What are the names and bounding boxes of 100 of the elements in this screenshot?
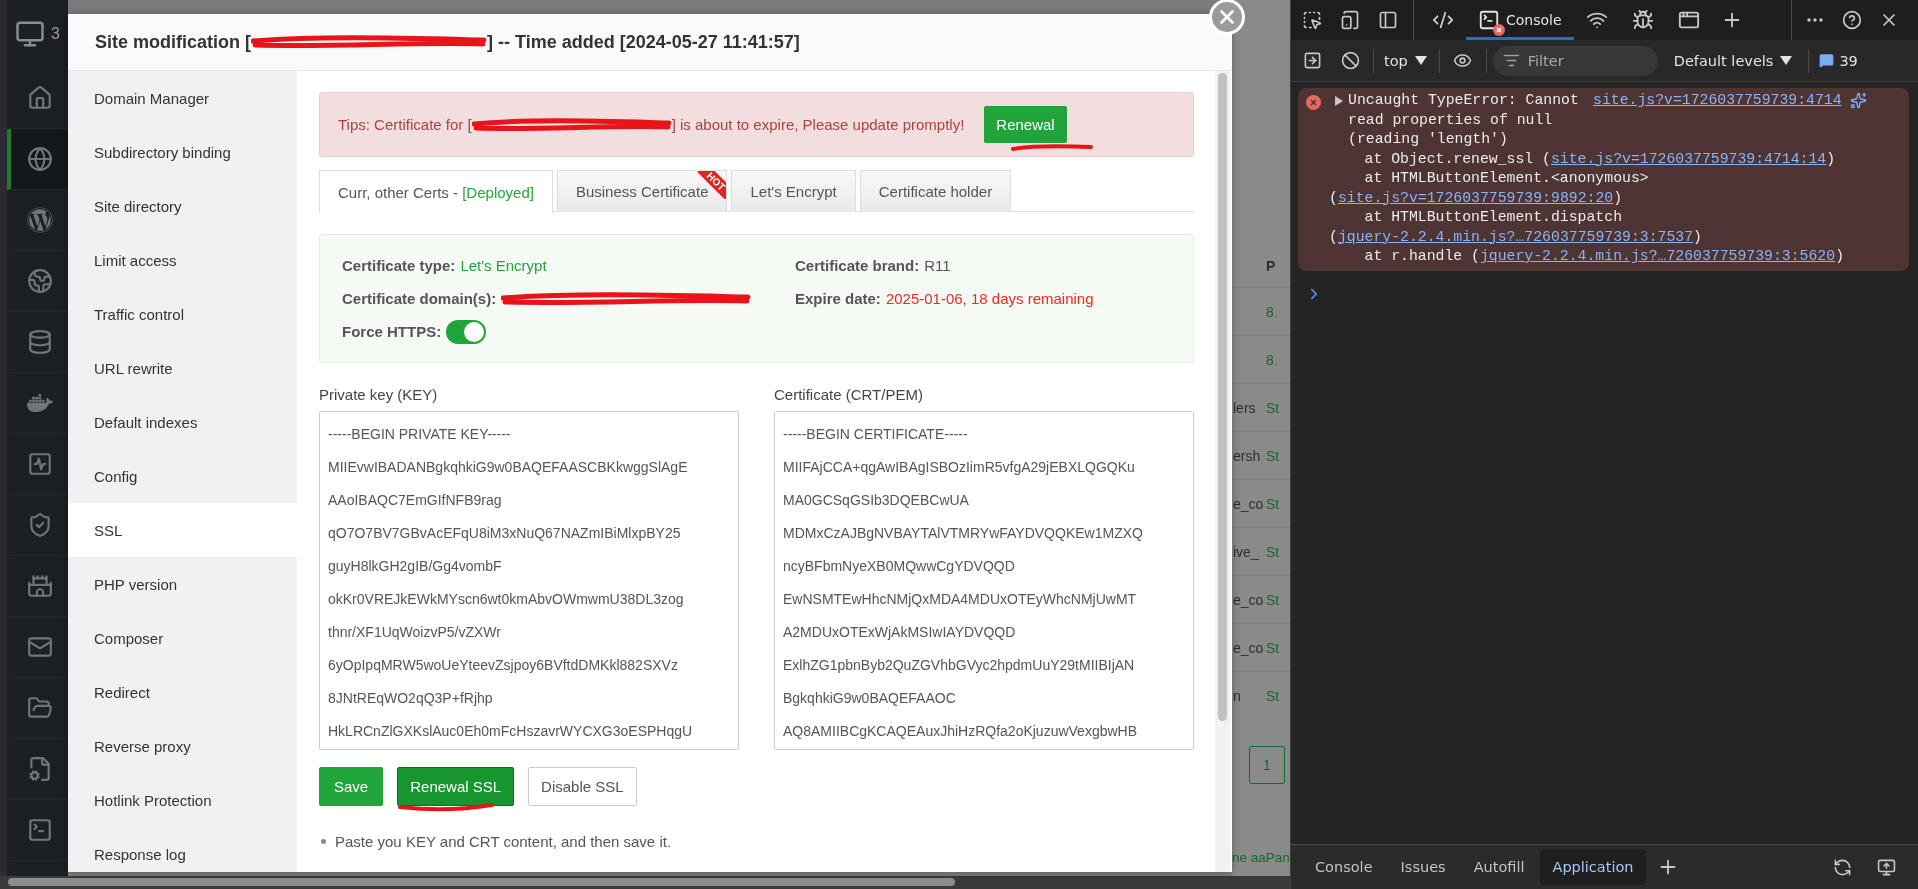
mail-icon bbox=[26, 634, 53, 660]
panel-icon bbox=[1378, 10, 1398, 30]
text-area[interactable]: -----BEGIN CERTIFICATE----- MIIFAjCCA+qgAwIBAgISBOzIimR5vfgA29jEBXLQGQKu MA0GCSqGSIb3DQEBCwUA MDMxCzAJBgNVBAYTAlVTMRYwFAYDVQQKEw1MZXQ ncyBFbmNyeXB0MQwwCgYDVQQD EwNSMTEwHhcNMjQxMDA4MDUxOTEyWhcNMjUwMT A2MDUxOTExWjAkMSIwIAYDVQQD ExlhZG1pbnByb2QuZGVhbGVyc2hpdmUuY29tMIIBIjAN BgkqhkiG9w0BAQEFAAOC AQ8AMIIBCgKCAQEAuxJhiHzRQfa2oKjuzuwVexgbwHB bbox=[774, 411, 1194, 750]
sidebar-item[interactable]: Limit access bbox=[68, 233, 297, 287]
help-icon bbox=[1841, 10, 1862, 30]
field-label: Certificate domain(s): bbox=[342, 290, 497, 307]
caret-icon bbox=[1780, 56, 1793, 65]
globe-icon bbox=[26, 146, 53, 172]
sidebar-item[interactable]: Domain Manager bbox=[68, 71, 297, 125]
table-cell: St bbox=[1266, 495, 1280, 512]
toggle-switch[interactable] bbox=[446, 319, 487, 344]
source-link[interactable]: jquery-2.2.4.min.js?…726037759739:3:7537 bbox=[1337, 228, 1694, 245]
stack-frame-text: at HTMLButtonElement.dispatch (jquery-2.2.4.min.js?…726037759739:3:7537) bbox=[1329, 208, 1703, 247]
device-icon bbox=[1340, 10, 1360, 30]
drawer-tab[interactable]: Application bbox=[1540, 849, 1646, 885]
tab[interactable]: Certificate holder bbox=[859, 170, 1012, 212]
table-cell: 8. bbox=[1266, 303, 1278, 320]
table-cell: 8. bbox=[1266, 351, 1278, 368]
castle-icon bbox=[26, 573, 53, 599]
sidebar-item[interactable]: Traffic control bbox=[68, 287, 297, 341]
column-header: P bbox=[1266, 258, 1276, 274]
code-icon bbox=[1432, 9, 1454, 31]
table-cell: e_co bbox=[1233, 495, 1264, 512]
tab[interactable]: Let's Encrypt bbox=[731, 170, 856, 212]
table-cell: St bbox=[1266, 687, 1280, 704]
context-dropdown[interactable]: top bbox=[1378, 45, 1433, 76]
drawer-tab[interactable]: Issues bbox=[1388, 849, 1458, 885]
globe-icon bbox=[26, 268, 53, 294]
levels-dropdown[interactable]: Default levels bbox=[1667, 45, 1799, 76]
sidebar-item[interactable]: Site directory bbox=[68, 179, 297, 233]
sparkle-icon[interactable] bbox=[1849, 92, 1867, 109]
tab[interactable]: Curr, other Certs - [Deployed] bbox=[319, 170, 553, 213]
vertical-scrollbar[interactable] bbox=[1215, 71, 1230, 872]
sidebar-item[interactable]: Default indexes bbox=[68, 395, 297, 449]
sidebar-item[interactable]: URL rewrite bbox=[68, 341, 297, 395]
sidebar-item[interactable]: Hotlink Protection bbox=[68, 773, 297, 827]
sidebar-item[interactable]: Subdirectory binding bbox=[68, 125, 297, 179]
dialog-title: ] -- Time added [2024-05-27 11:41:57] bbox=[487, 31, 800, 53]
eye-icon bbox=[1453, 51, 1473, 70]
table-cell: St bbox=[1266, 591, 1280, 608]
caret-icon bbox=[1414, 56, 1427, 65]
source-link[interactable]: site.js?v=1726037759739:4714:14 bbox=[1551, 150, 1827, 167]
dialog-title: Site modification [ bbox=[95, 31, 251, 53]
home-icon bbox=[26, 85, 53, 111]
counter-text: 3 bbox=[51, 25, 60, 43]
stack-frame-text: at r.handle (jquery-2.2.4.min.js?…726037759739:3:5620) bbox=[1363, 247, 1845, 266]
w-logo-icon bbox=[26, 207, 53, 233]
sidebar-item[interactable]: Response log bbox=[68, 827, 297, 872]
sidebar-item[interactable]: Composer bbox=[68, 611, 297, 665]
window-icon bbox=[1677, 9, 1700, 31]
field-value: Let's Encrypt bbox=[460, 257, 547, 274]
table-cell: e_co bbox=[1233, 639, 1264, 656]
expand-triangle-icon bbox=[1335, 96, 1343, 106]
sidebar-item[interactable]: Config bbox=[68, 449, 297, 503]
alert-text: Tips: Certificate for [ bbox=[338, 116, 472, 133]
field-label: Certificate (CRT/PEM) bbox=[774, 386, 924, 405]
sidebar-item[interactable]: Redirect bbox=[68, 665, 297, 719]
error-text: Uncaught TypeError: Cannot read properties of null (reading 'length') bbox=[1348, 91, 1580, 149]
filter-icon bbox=[1502, 52, 1520, 69]
note-text: Paste you KEY and CRT content, and then save it. bbox=[335, 833, 672, 850]
field-label: Private key (KEY) bbox=[319, 386, 439, 405]
chart-icon bbox=[26, 451, 53, 477]
table-cell: lers bbox=[1233, 399, 1256, 416]
bullet-dot bbox=[321, 839, 326, 844]
action-button[interactable]: Disable SSL bbox=[528, 767, 637, 806]
field-label: Certificate brand: bbox=[795, 257, 920, 274]
sidebar-item[interactable]: SSL bbox=[68, 503, 297, 557]
more-icon bbox=[1806, 18, 1823, 22]
source-link[interactable]: jquery-2.2.4.min.js?…726037759739:3:5620 bbox=[1479, 248, 1836, 264]
pointer-icon bbox=[1302, 10, 1322, 30]
drawer-tab[interactable]: Console bbox=[1303, 849, 1385, 885]
table-cell: e_co bbox=[1233, 591, 1264, 608]
panel-up-icon bbox=[1876, 857, 1896, 877]
filter-field[interactable]: Filter bbox=[1492, 45, 1658, 76]
table-cell: n bbox=[1233, 687, 1241, 704]
monitor-icon bbox=[15, 19, 45, 49]
bug-icon bbox=[1631, 9, 1654, 31]
table-cell: St bbox=[1266, 639, 1280, 656]
field-label: Force HTTPS: bbox=[342, 323, 442, 340]
error-icon bbox=[1306, 95, 1321, 110]
horizontal-scrollbar[interactable] bbox=[0, 876, 1290, 889]
action-button[interactable]: Renewal SSL bbox=[397, 767, 515, 806]
text-area[interactable]: -----BEGIN PRIVATE KEY----- MIIEvwIBADANBgkqhkiG9w0BAQEFAASCBKkwggSlAgE AAoIBAQC7EmGIfNFB9rag qO7O7BV7GBvAcEFqU8iM3xNuQ67NAZmIBiMlxpBY25 guyH8lkGH2gIB/Gg4vombF okKr0VREJkEWkMYscn6wt0kmAbvOWmwmU38DL3zog thnr/XF1UqWoizvP5/vZXWr 6yOpIpqMRW5woUeYteevZsjpoy6BVftdDMKkl882SXVz 8JNtREqWO2qQ3P+fRjhp HkLRCnZlGXKslAuc0Eh0mFcHszavrWYCXG3oESPHqgU bbox=[319, 411, 739, 750]
table-cell: St bbox=[1266, 447, 1280, 464]
table-cell: St bbox=[1266, 399, 1280, 416]
source-link[interactable]: site.js?v=1726037759739:4714 bbox=[1593, 91, 1842, 111]
source-link[interactable]: site.js?v=1726037759739:9892:20 bbox=[1337, 189, 1614, 206]
field-label: Certificate type: bbox=[342, 257, 456, 274]
drawer-tab[interactable]: Autofill bbox=[1461, 849, 1537, 885]
sidebar-item[interactable]: PHP version bbox=[68, 557, 297, 611]
sidebar-item[interactable]: Reverse proxy bbox=[68, 719, 297, 773]
message-count: 39 bbox=[1839, 52, 1858, 69]
field-value: 2025-01-06, 18 days remaining bbox=[885, 290, 1094, 307]
terminal-icon bbox=[26, 817, 53, 843]
field-label: Expire date: bbox=[795, 290, 881, 307]
nav-item[interactable] bbox=[7, 129, 68, 190]
filter-input[interactable]: Filter bbox=[1525, 51, 1648, 70]
folder-icon bbox=[26, 695, 53, 721]
table-cell: ive_ bbox=[1233, 543, 1259, 560]
rotate-icon bbox=[1832, 857, 1852, 877]
